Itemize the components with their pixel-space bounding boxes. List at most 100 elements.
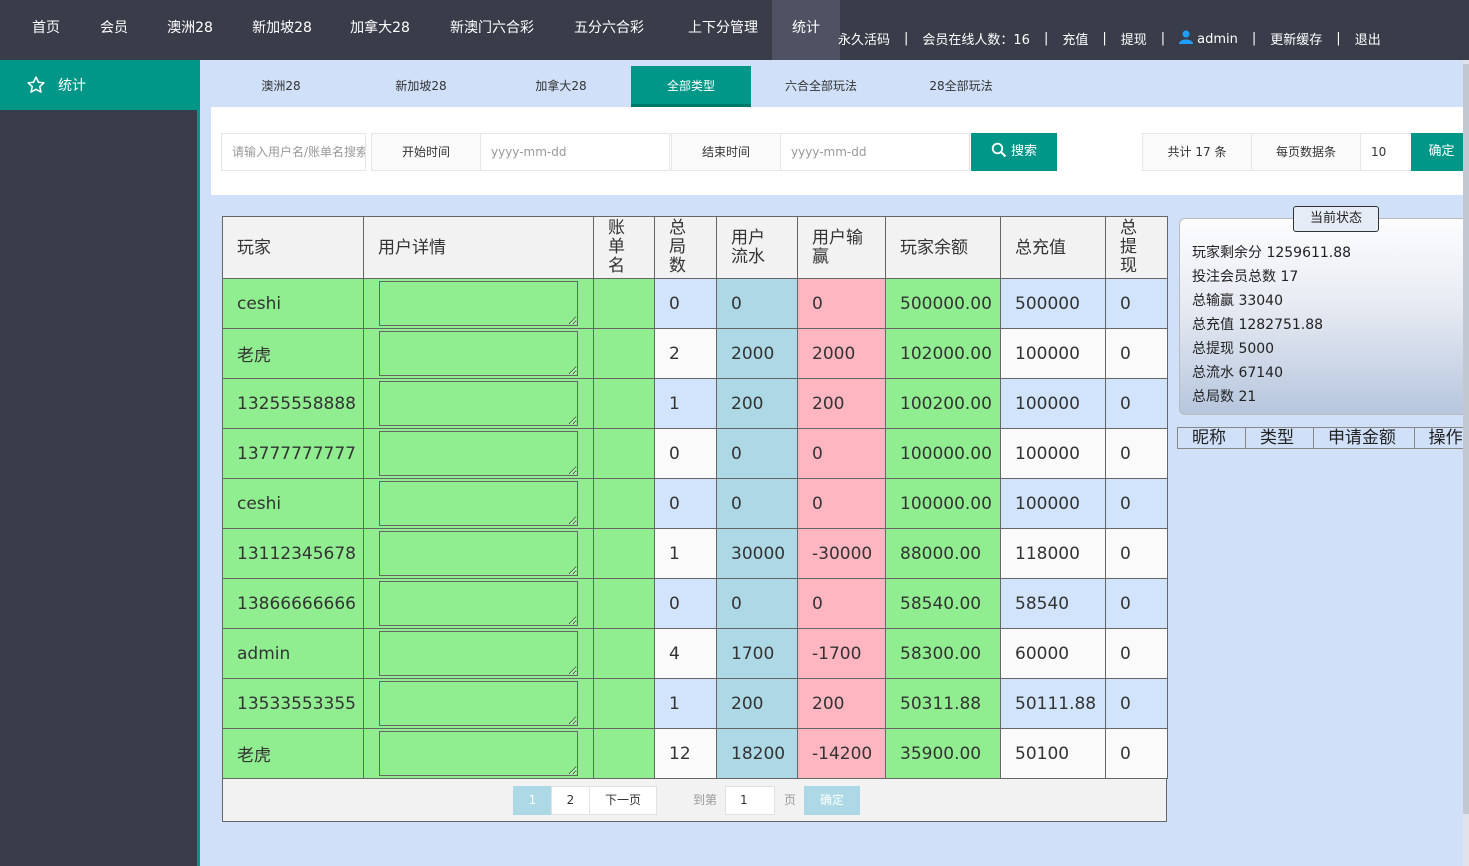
- total-count: 共计 17 条: [1142, 133, 1252, 171]
- separator: |: [1160, 30, 1166, 46]
- withdraw-link[interactable]: 提现: [1121, 29, 1147, 48]
- cell-player: admin: [222, 628, 364, 679]
- search-button[interactable]: 搜索: [971, 133, 1057, 171]
- header-bill-name: 账单名: [593, 216, 655, 279]
- page-2-button[interactable]: 2: [551, 786, 590, 815]
- top-navbar: 首页 会员 澳洲28 新加坡28 加拿大28 新澳门六合彩 五分六合彩 上下分管…: [0, 0, 1469, 60]
- user-menu[interactable]: admin: [1179, 30, 1238, 47]
- cell-user-details: [363, 478, 594, 529]
- statistics-table: 玩家 用户详情 账单名 总局数 用户流水 用户输赢 玩家余额 总充值 总提现 c…: [222, 216, 1168, 779]
- cell-player: ceshi: [222, 478, 364, 529]
- per-page-confirm-button[interactable]: 确定: [1411, 133, 1469, 171]
- cell-player: 13866666666: [222, 578, 364, 629]
- next-page-button[interactable]: 下一页: [589, 786, 657, 815]
- user-details-textarea[interactable]: [379, 431, 578, 476]
- per-page-box: [1360, 133, 1412, 171]
- cell-user-details: [363, 628, 594, 679]
- cell-user-details: [363, 278, 594, 329]
- cell-user-win-loss: -14200: [797, 728, 886, 779]
- user-details-textarea[interactable]: [379, 681, 578, 726]
- wheader-amount: 申请金额: [1312, 428, 1414, 448]
- table-row: ceshi 0 0 0 500000.00 500000 0: [222, 278, 1168, 329]
- user-details-textarea[interactable]: [379, 581, 578, 626]
- cell-user-details: [363, 578, 594, 629]
- end-date-box: [780, 133, 970, 171]
- header-total-rounds: 总局数: [654, 216, 717, 279]
- nav-members[interactable]: 会员: [92, 0, 136, 60]
- user-details-textarea[interactable]: [379, 481, 578, 526]
- user-details-textarea[interactable]: [379, 281, 578, 326]
- cell-total-recharge: 50111.88: [1000, 678, 1106, 729]
- separator: |: [1336, 30, 1341, 46]
- per-page-label: 每页数据条: [1251, 133, 1361, 171]
- status-total-win-loss: 总输赢 33040: [1192, 293, 1283, 309]
- end-date-input[interactable]: [791, 135, 969, 169]
- start-date-box: [480, 133, 670, 171]
- cell-user-win-loss: -30000: [797, 528, 886, 579]
- recharge-link[interactable]: 充值: [1062, 29, 1088, 48]
- activation-code-link[interactable]: 永久活码: [838, 29, 890, 48]
- header-user-details: 用户详情: [363, 216, 594, 279]
- user-details-textarea[interactable]: [379, 331, 578, 376]
- nav-statistics[interactable]: 统计: [772, 0, 840, 60]
- cell-total-recharge: 100000: [1000, 428, 1106, 479]
- refresh-cache-link[interactable]: 更新缓存: [1270, 29, 1322, 48]
- cell-total-withdraw: 0: [1105, 678, 1168, 729]
- status-title: 当前状态: [1293, 206, 1379, 232]
- search-input[interactable]: [232, 135, 365, 169]
- per-page-input[interactable]: [1371, 135, 1411, 169]
- header-total-recharge: 总充值: [1000, 216, 1106, 279]
- cell-total-rounds: 0: [654, 478, 717, 529]
- goto-page-input[interactable]: 1: [725, 786, 775, 815]
- tab-aus28[interactable]: 澳洲28: [211, 66, 351, 107]
- user-details-textarea[interactable]: [379, 631, 578, 676]
- cell-player-balance: 100200.00: [885, 378, 1001, 429]
- cell-bill-name: [593, 378, 655, 429]
- nav-aus28[interactable]: 澳洲28: [136, 0, 244, 60]
- tab-ca28[interactable]: 加拿大28: [491, 66, 631, 107]
- user-details-textarea[interactable]: [379, 731, 578, 776]
- cell-bill-name: [593, 578, 655, 629]
- user-details-textarea[interactable]: [379, 531, 578, 576]
- cell-total-withdraw: 0: [1105, 478, 1168, 529]
- tab-lottery-all-plays[interactable]: 六合全部玩法: [751, 66, 891, 107]
- nav-five-min-lottery[interactable]: 五分六合彩: [544, 0, 674, 60]
- cell-player-balance: 50311.88: [885, 678, 1001, 729]
- cell-player-balance: 35900.00: [885, 728, 1001, 779]
- cell-total-recharge: 500000: [1000, 278, 1106, 329]
- nav-macau-lottery[interactable]: 新澳门六合彩: [440, 0, 544, 60]
- cell-total-rounds: 0: [654, 278, 717, 329]
- goto-confirm-button[interactable]: 确定: [804, 786, 860, 815]
- cell-bill-name: [593, 428, 655, 479]
- table-row: admin 4 1700 -1700 58300.00 60000 0: [222, 628, 1168, 679]
- cell-user-win-loss: -1700: [797, 628, 886, 679]
- main-content: 澳洲28 新加坡28 加拿大28 全部类型 六合全部玩法 28全部玩法 开始时间…: [197, 60, 1469, 866]
- cell-total-rounds: 1: [654, 378, 717, 429]
- tab-all-types[interactable]: 全部类型: [631, 66, 751, 107]
- cell-total-recharge: 58540: [1000, 578, 1106, 629]
- sidebar-item-label: 统计: [58, 78, 86, 94]
- cell-bill-name: [593, 328, 655, 379]
- cell-bill-name: [593, 628, 655, 679]
- nav-home[interactable]: 首页: [0, 0, 92, 60]
- nav-sg28[interactable]: 新加坡28: [244, 0, 320, 60]
- top-nav-menu: 首页 会员 澳洲28 新加坡28 加拿大28 新澳门六合彩 五分六合彩 上下分管…: [0, 0, 840, 60]
- cell-total-rounds: 1: [654, 678, 717, 729]
- tab-28-all-plays[interactable]: 28全部玩法: [891, 66, 1031, 107]
- cell-total-withdraw: 0: [1105, 578, 1168, 629]
- page-scrollbar-thumb[interactable]: [1463, 64, 1469, 814]
- cell-user-details: [363, 328, 594, 379]
- goto-label: 到第: [693, 793, 718, 807]
- nav-ca28[interactable]: 加拿大28: [320, 0, 440, 60]
- start-date-input[interactable]: [491, 135, 669, 169]
- cell-user-details: [363, 678, 594, 729]
- nav-points-management[interactable]: 上下分管理: [674, 0, 772, 60]
- cell-player-balance: 58540.00: [885, 578, 1001, 629]
- user-details-textarea[interactable]: [379, 381, 578, 426]
- logout-link[interactable]: 退出: [1355, 29, 1381, 48]
- cell-total-rounds: 0: [654, 578, 717, 629]
- sidebar-item-statistics[interactable]: 统计: [0, 60, 197, 110]
- tab-sg28[interactable]: 新加坡28: [351, 66, 491, 107]
- cell-total-rounds: 1: [654, 528, 717, 579]
- page-1-button[interactable]: 1: [513, 786, 552, 815]
